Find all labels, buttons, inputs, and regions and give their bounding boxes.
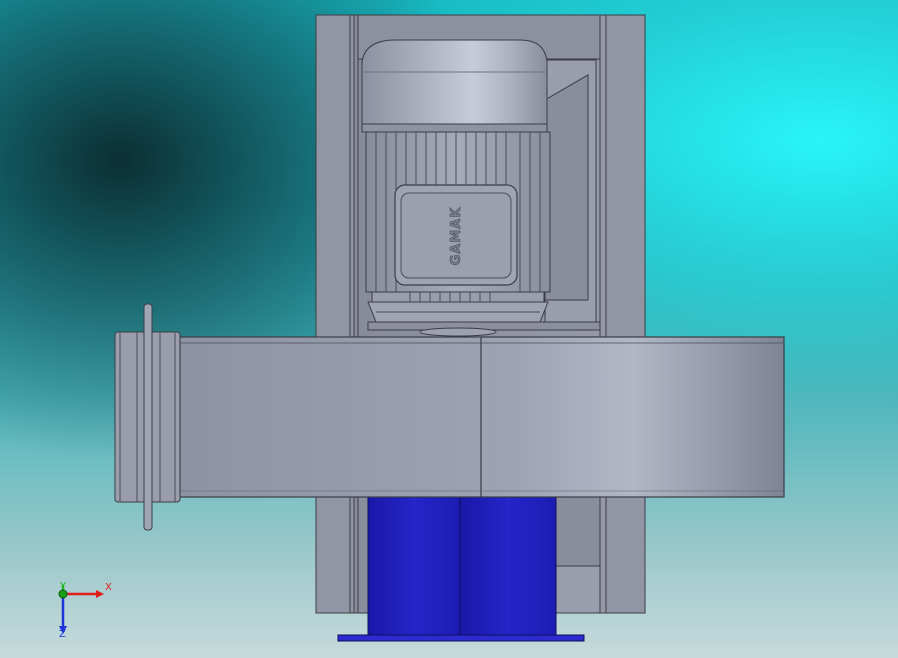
inlet-flange xyxy=(143,303,153,531)
stand-base-plate xyxy=(337,634,585,642)
x-axis-label: X xyxy=(105,582,112,593)
coordinate-triad: X Y Z xyxy=(48,578,118,642)
y-axis-label: Y xyxy=(60,581,67,592)
stand-left-leg xyxy=(367,496,461,636)
blue-stand[interactable] xyxy=(337,496,585,642)
3d-graphics-viewport[interactable]: GAMAK X Y Z xyxy=(0,0,898,658)
housing-body xyxy=(179,336,785,498)
z-axis-label: Z xyxy=(59,629,66,640)
brand-label: GAMAK xyxy=(449,207,464,266)
motor-flange xyxy=(371,291,545,303)
fan-housing[interactable] xyxy=(114,303,785,531)
fan-assembly-model[interactable]: GAMAK xyxy=(0,0,898,658)
stand-right-leg xyxy=(459,496,557,636)
motor-fan-cover xyxy=(361,39,548,129)
frame-right-rail xyxy=(605,14,646,614)
frame-left-rail xyxy=(315,14,355,614)
